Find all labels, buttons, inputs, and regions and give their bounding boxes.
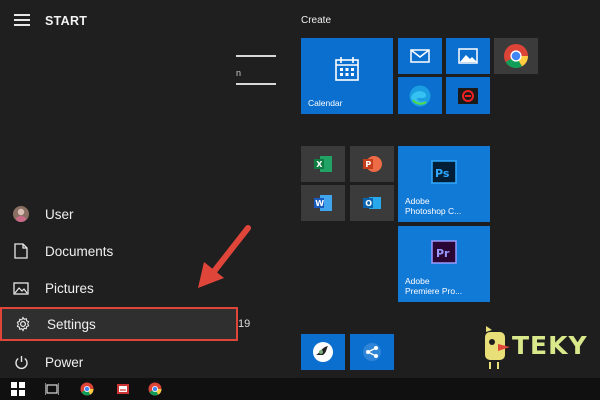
tile-powerpoint[interactable]: P [350, 146, 394, 182]
partial-number: 19 [238, 318, 251, 330]
photoshop-icon: Ps [431, 160, 457, 184]
menu-label-settings: Settings [47, 316, 96, 332]
tile-label-premiere: Adobe Premiere Pro... [405, 276, 463, 296]
tile-app-red[interactable] [446, 77, 490, 114]
start-title: START [45, 14, 88, 28]
mail-icon [410, 49, 430, 63]
app-bird-icon [313, 342, 333, 362]
tile-chrome[interactable] [494, 38, 538, 74]
app-taskbar-icon[interactable] [116, 382, 130, 396]
watermark-text: TEKY [512, 331, 588, 360]
calendar-icon [335, 57, 359, 81]
tile-app-2[interactable] [350, 334, 394, 370]
task-view-icon[interactable] [45, 382, 59, 396]
tile-mail[interactable] [398, 38, 442, 74]
edge-icon [409, 85, 431, 106]
tile-calendar[interactable]: Calendar [301, 38, 393, 114]
menu-label-user: User [45, 206, 74, 222]
svg-text:Pr: Pr [436, 247, 450, 260]
partial-letter: n [236, 68, 242, 78]
hamburger-icon[interactable] [14, 14, 30, 28]
svg-text:X: X [316, 160, 323, 169]
tile-group-title: Create [301, 15, 332, 26]
tile-premiere[interactable]: Pr Adobe Premiere Pro... [398, 226, 490, 302]
gear-icon [14, 315, 32, 333]
start-menu-rail: START n User Documents Pictures Settings… [0, 0, 300, 378]
tile-label-calendar: Calendar [308, 98, 343, 108]
tile-app-1[interactable] [301, 334, 345, 370]
power-icon [12, 353, 30, 371]
tile-label-photoshop: Adobe Photoshop C... [405, 196, 462, 216]
tile-edge[interactable] [398, 77, 442, 114]
tile-outlook[interactable]: O [350, 185, 394, 221]
menu-item-power[interactable]: Power [0, 345, 238, 379]
teky-watermark-logo: TEKY [480, 322, 590, 372]
chrome-taskbar-icon[interactable] [80, 382, 94, 396]
collapsed-list-lines [236, 55, 276, 85]
svg-text:W: W [315, 199, 324, 208]
menu-item-settings[interactable]: Settings [0, 307, 238, 341]
menu-label-documents: Documents [45, 243, 114, 259]
picture-icon [12, 279, 30, 297]
tile-photos[interactable] [446, 38, 490, 74]
annotation-arrow-icon [198, 225, 251, 288]
outlook-icon: O [363, 197, 381, 209]
menu-label-power: Power [45, 354, 84, 370]
tile-excel[interactable]: X [301, 146, 345, 182]
premiere-icon: Pr [431, 240, 457, 264]
svg-text:P: P [365, 160, 371, 169]
document-icon [12, 242, 30, 260]
chrome-taskbar-icon-2[interactable] [148, 382, 162, 396]
powerpoint-icon: P [363, 156, 382, 172]
share-icon [363, 343, 381, 361]
tile-word[interactable]: W [301, 185, 345, 221]
app-icon [458, 87, 478, 104]
windows-start-icon[interactable] [11, 382, 25, 396]
tile-photoshop[interactable]: Ps Adobe Photoshop C... [398, 146, 490, 222]
word-icon: W [314, 195, 332, 211]
svg-text:O: O [365, 199, 372, 208]
svg-text:Ps: Ps [435, 167, 450, 180]
taskbar [0, 378, 600, 400]
chrome-icon [504, 44, 528, 69]
menu-label-pictures: Pictures [45, 280, 94, 296]
excel-icon: X [314, 156, 332, 172]
photos-icon [458, 48, 478, 64]
user-avatar-icon [12, 205, 30, 223]
